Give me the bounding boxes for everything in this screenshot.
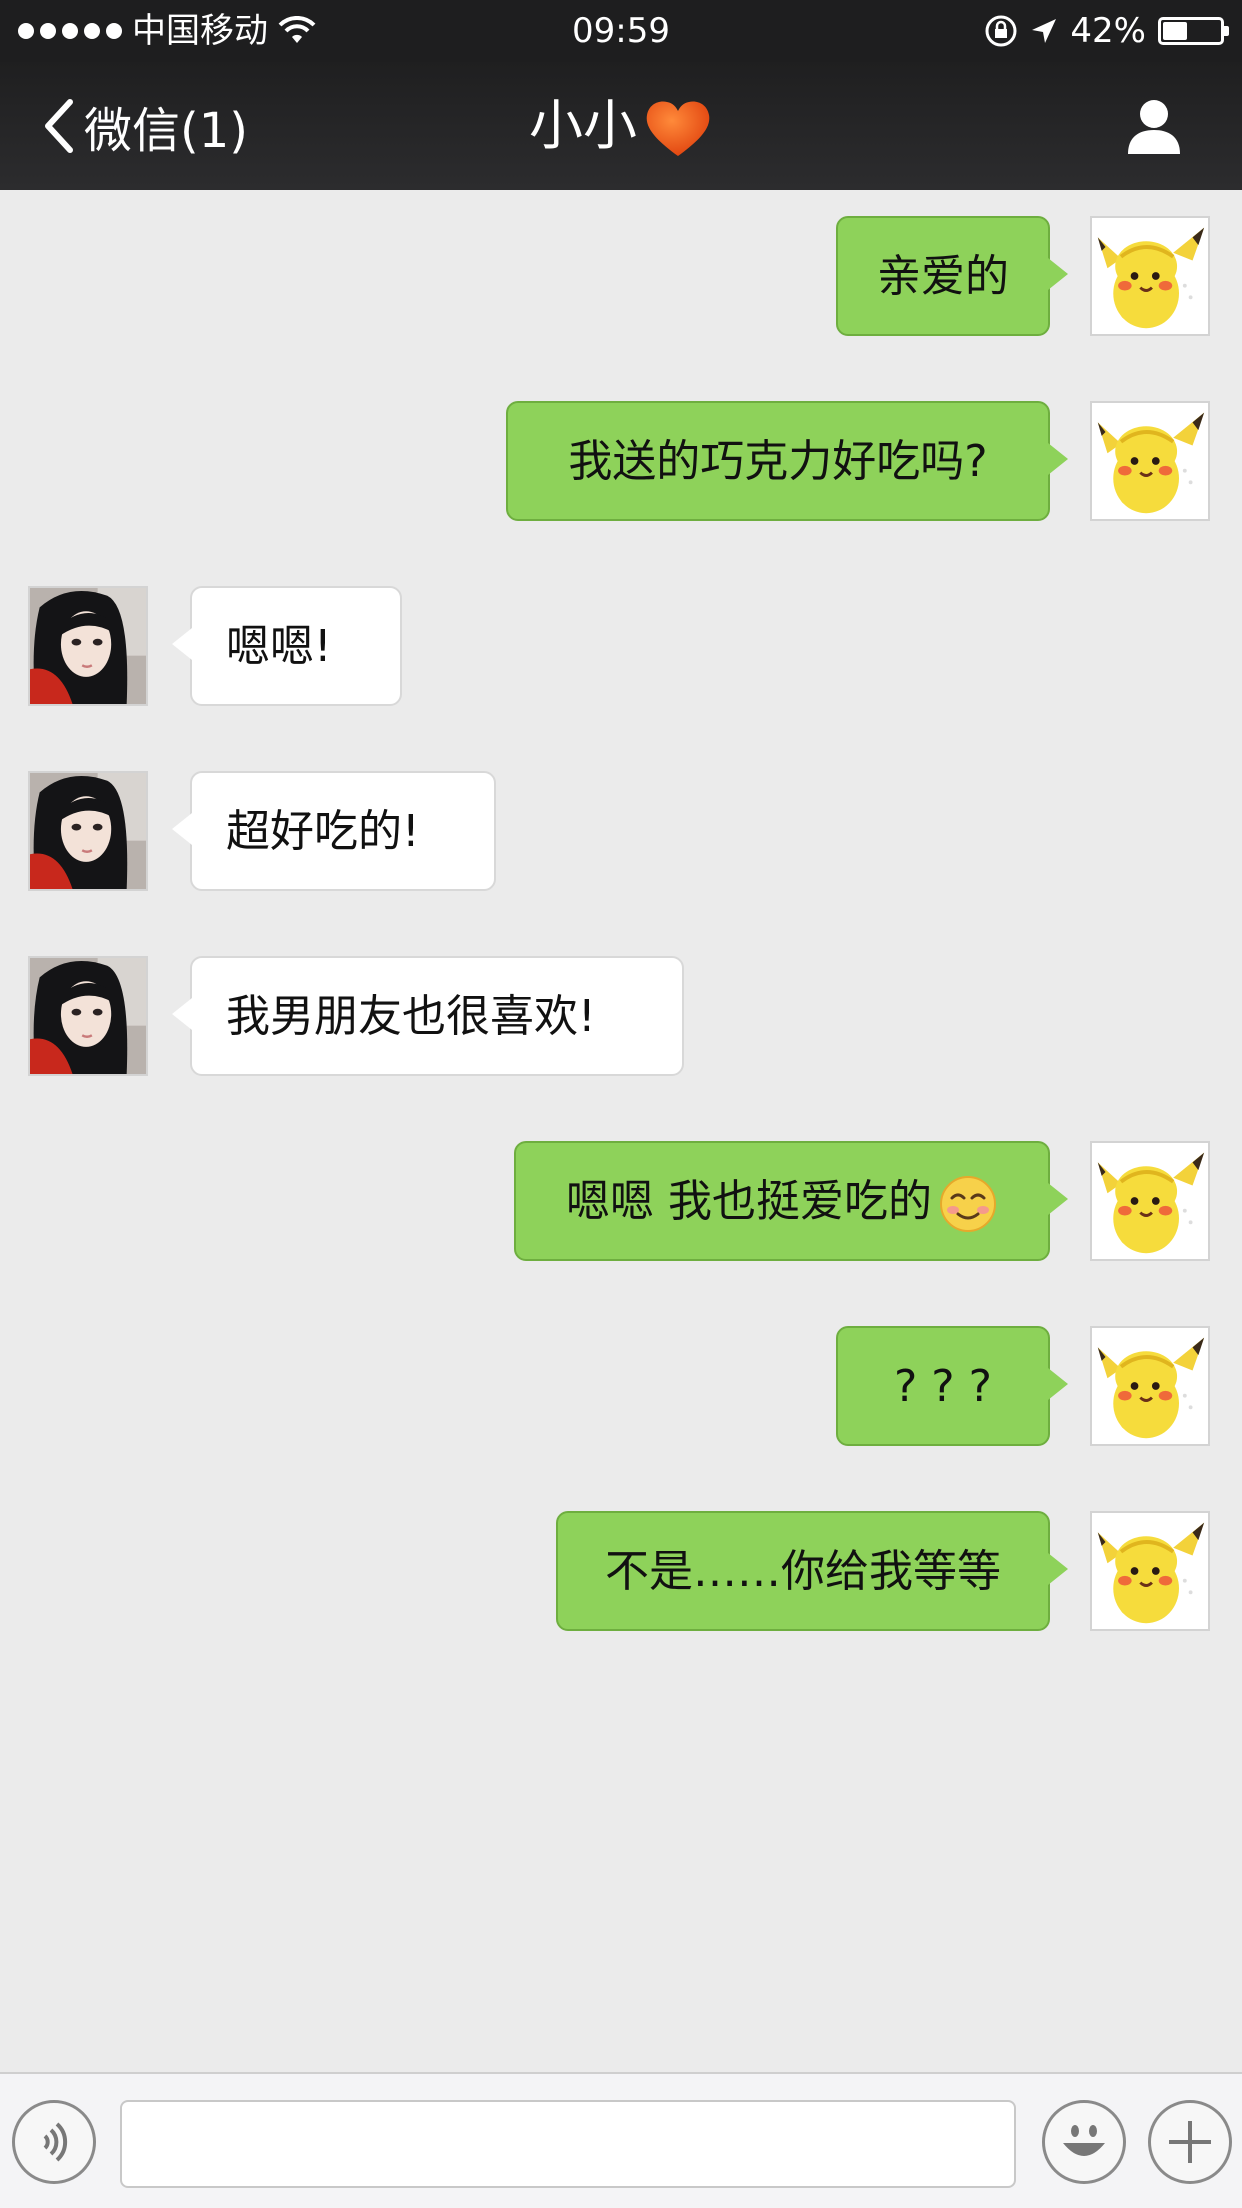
- received-message-bubble[interactable]: 超好吃的!: [172, 771, 496, 891]
- message-row: 不是……你给我等等: [0, 1511, 1242, 1635]
- voice-button[interactable]: [12, 2100, 96, 2184]
- rotation-lock-icon: [985, 15, 1017, 47]
- message-row: 嗯嗯!: [0, 586, 1242, 710]
- message-text: 嗯嗯!: [226, 621, 332, 672]
- status-right: 42%: [984, 0, 1229, 62]
- message-row: 超好吃的!: [0, 771, 1242, 895]
- my-avatar[interactable]: [1090, 1141, 1210, 1261]
- voice-icon: [43, 2122, 68, 2162]
- battery-icon: [1158, 17, 1229, 45]
- sent-message-bubble[interactable]: 嗯嗯 我也挺爱吃的: [514, 1141, 1068, 1261]
- plus-icon: [1169, 2121, 1211, 2163]
- message-text: 不是……你给我等等: [605, 1546, 1001, 1597]
- chat-title: 小小: [529, 94, 637, 157]
- nav-bar: 微信(1) 小小: [0, 62, 1242, 190]
- contact-avatar[interactable]: [28, 586, 148, 706]
- received-message-bubble[interactable]: 我男朋友也很喜欢!: [172, 956, 684, 1076]
- heart-icon: [646, 101, 710, 157]
- location-arrow-icon: [1032, 19, 1057, 43]
- chat-screen: 中国移动 09:59 42% 微信(1) 小小 亲爱的 我送的巧克力好吃吗? 嗯…: [0, 0, 1242, 2208]
- message-input[interactable]: [120, 2100, 1016, 2188]
- message-row: ? ? ?: [0, 1326, 1242, 1450]
- smile-emoji-icon: [940, 1176, 996, 1232]
- message-text: 超好吃的!: [226, 806, 420, 857]
- sent-message-bubble[interactable]: 亲爱的: [836, 216, 1068, 336]
- battery-percent: 42%: [1070, 11, 1146, 51]
- battery-level: [1163, 22, 1187, 40]
- message-text: 嗯嗯 我也挺爱吃的: [566, 1176, 932, 1227]
- status-bar: 中国移动 09:59 42%: [0, 0, 1242, 62]
- contact-avatar[interactable]: [28, 771, 148, 891]
- message-text: ? ? ?: [893, 1361, 993, 1412]
- emoji-icon: [1063, 2125, 1105, 2156]
- received-message-bubble[interactable]: 嗯嗯!: [172, 586, 402, 706]
- profile-button[interactable]: [1124, 96, 1184, 156]
- page-title: 小小: [0, 62, 1242, 190]
- emoji-button[interactable]: [1042, 2100, 1126, 2184]
- message-text: 亲爱的: [877, 251, 1009, 302]
- sent-message-bubble[interactable]: 不是……你给我等等: [556, 1511, 1068, 1631]
- message-row: 亲爱的: [0, 216, 1242, 340]
- my-avatar[interactable]: [1090, 216, 1210, 336]
- message-list[interactable]: 亲爱的 我送的巧克力好吃吗? 嗯嗯! 超好吃的! 我男朋友也很喜欢! 嗯嗯 我也…: [0, 190, 1242, 2072]
- message-row: 我送的巧克力好吃吗?: [0, 401, 1242, 525]
- sent-message-bubble[interactable]: ? ? ?: [836, 1326, 1068, 1446]
- my-avatar[interactable]: [1090, 401, 1210, 521]
- message-row: 嗯嗯 我也挺爱吃的: [0, 1141, 1242, 1265]
- input-bar: [0, 2072, 1242, 2208]
- my-avatar[interactable]: [1090, 1511, 1210, 1631]
- message-text: 我男朋友也很喜欢!: [226, 991, 596, 1042]
- message-text: 我送的巧克力好吃吗?: [568, 436, 988, 487]
- my-avatar[interactable]: [1090, 1326, 1210, 1446]
- add-button[interactable]: [1148, 2100, 1232, 2184]
- message-row: 我男朋友也很喜欢!: [0, 956, 1242, 1080]
- contact-avatar[interactable]: [28, 956, 148, 1076]
- sent-message-bubble[interactable]: 我送的巧克力好吃吗?: [506, 401, 1068, 521]
